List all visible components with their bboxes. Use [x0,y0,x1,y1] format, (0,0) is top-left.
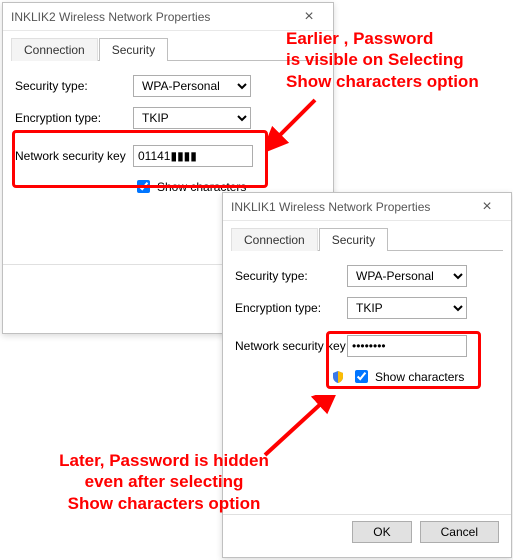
annotation-earlier: Earlier , Password is visible on Selecti… [286,28,511,92]
tab-bar: Connection Security [231,227,503,251]
network-key-input[interactable] [133,145,253,167]
network-key-label: Network security key [15,149,133,163]
encryption-type-label: Encryption type: [235,301,347,315]
tab-bar: Connection Security [11,37,325,61]
titlebar: INKLIK1 Wireless Network Properties × [223,193,511,221]
dialog-title: INKLIK2 Wireless Network Properties [11,10,210,24]
dialog-title: INKLIK1 Wireless Network Properties [231,200,430,214]
network-key-label: Network security key [235,339,347,353]
ok-button[interactable]: OK [352,521,411,543]
annotation-later: Later, Password is hidden even after sel… [34,450,294,514]
security-type-label: Security type: [15,79,133,93]
security-type-select[interactable]: WPA-Personal [347,265,467,287]
tab-security[interactable]: Security [99,38,168,61]
security-form: Security type: WPA-Personal Encryption t… [3,61,333,204]
security-type-select[interactable]: WPA-Personal [133,75,251,97]
tab-connection[interactable]: Connection [11,38,98,61]
close-icon[interactable]: × [467,198,507,216]
tab-security[interactable]: Security [319,228,388,251]
shield-icon [331,370,345,384]
network-key-input[interactable] [347,335,467,357]
show-chars-label: Show characters [375,370,464,384]
encryption-type-select[interactable]: TKIP [133,107,251,129]
encryption-type-label: Encryption type: [15,111,133,125]
show-chars-checkbox[interactable] [137,180,150,193]
show-chars-checkbox[interactable] [355,370,368,383]
titlebar: INKLIK2 Wireless Network Properties × [3,3,333,31]
security-type-label: Security type: [235,269,347,283]
close-icon[interactable]: × [289,8,329,26]
tab-connection[interactable]: Connection [231,228,318,251]
security-form: Security type: WPA-Personal Encryption t… [223,251,511,394]
dialog-buttons: OK Cancel [223,514,511,553]
encryption-type-select[interactable]: TKIP [347,297,467,319]
cancel-button[interactable]: Cancel [420,521,499,543]
